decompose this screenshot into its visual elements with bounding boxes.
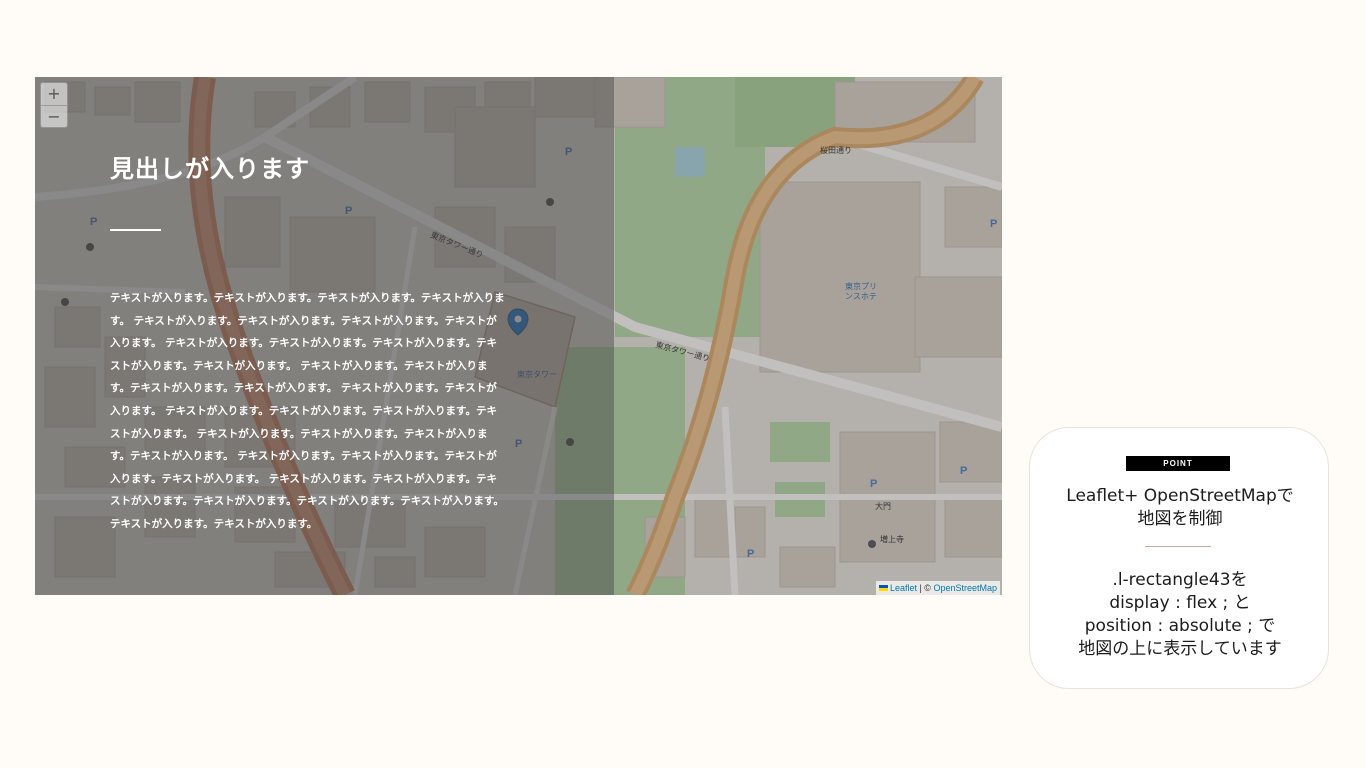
headline-divider [110, 229, 161, 231]
card-desc-line: display : flex ; と [1109, 593, 1251, 613]
card-divider [1145, 546, 1211, 547]
card-title-line: Leaflet+ OpenStreetMapで [1066, 486, 1294, 506]
point-card: POINT Leaflet+ OpenStreetMapで 地図を制御 .l-r… [1029, 427, 1329, 689]
map-attribution: Leaflet | © OpenStreetMap [875, 581, 1000, 595]
card-title: Leaflet+ OpenStreetMapで 地図を制御 [1030, 485, 1330, 531]
card-description: .l-rectangle43を display : flex ; と posit… [1030, 569, 1330, 661]
overlay-body-text: テキストが入ります。テキストが入ります。テキストが入ります。テキストが入ります。… [110, 292, 505, 530]
card-title-line: 地図を制御 [1137, 509, 1223, 529]
openstreetmap-link[interactable]: OpenStreetMap [933, 583, 997, 593]
point-badge: POINT [1126, 456, 1230, 471]
overlay-headline: 見出しが入ります [110, 155, 310, 183]
zoom-control: + − [40, 82, 68, 128]
leaflet-link[interactable]: Leaflet [890, 583, 917, 593]
zoom-out-button[interactable]: − [41, 105, 67, 127]
card-desc-line: position : absolute ; で [1084, 616, 1276, 636]
attribution-separator: | © [916, 583, 934, 593]
map-container[interactable]: PP PP PP PP 東京タワー通り 東京タワー通り 桜田通り 東京プリ ンス… [35, 77, 1002, 595]
ukraine-flag-icon [878, 585, 888, 591]
card-desc-line: 地図の上に表示しています [1078, 639, 1282, 659]
zoom-in-button[interactable]: + [41, 83, 67, 105]
card-desc-line: .l-rectangle43を [1112, 570, 1248, 590]
